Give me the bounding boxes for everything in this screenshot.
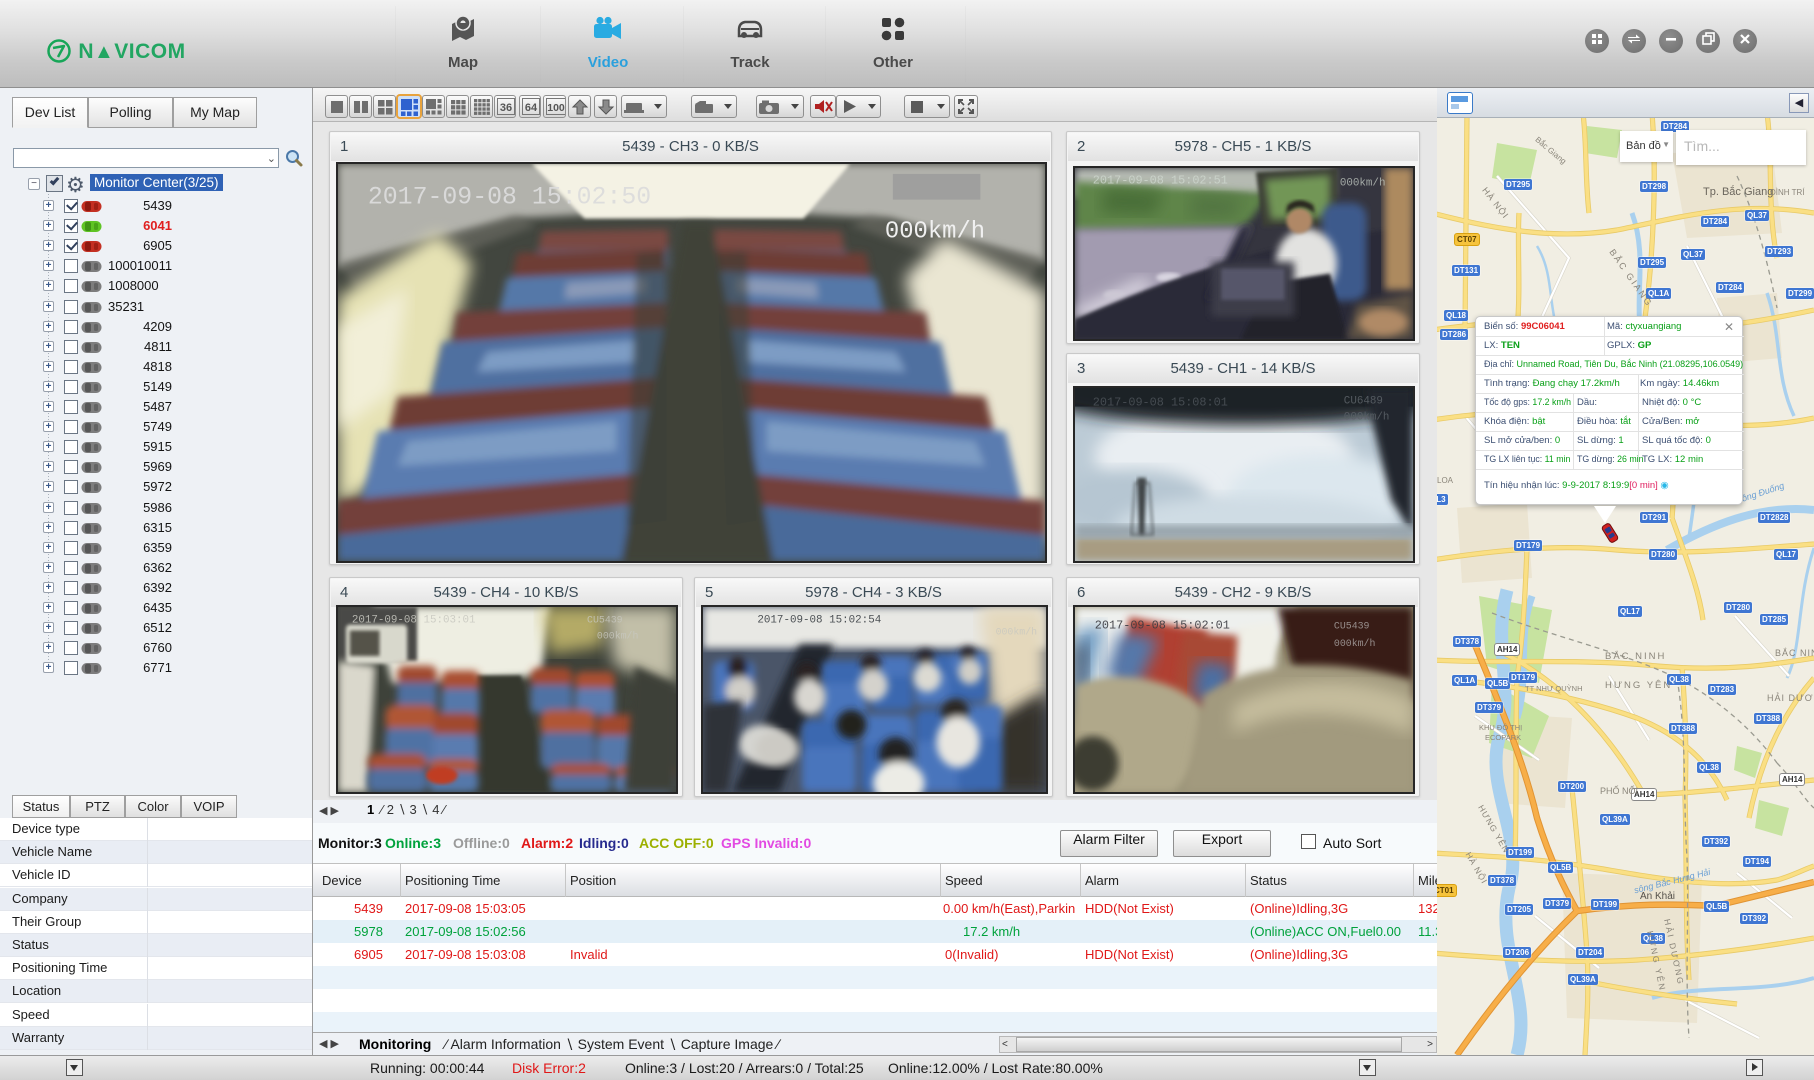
svg-text:36: 36 [500, 102, 512, 114]
svg-text:CU5439: CU5439 [1334, 621, 1370, 632]
svg-text:000km/h: 000km/h [885, 218, 985, 245]
svg-text:000km/h: 000km/h [1340, 178, 1386, 190]
svg-text:CU5439: CU5439 [587, 615, 623, 626]
svg-text:2017-09-08 15:02:54: 2017-09-08 15:02:54 [757, 615, 881, 627]
svg-text:000km/h: 000km/h [1344, 411, 1390, 423]
svg-text:CU6489: CU6489 [1344, 396, 1383, 408]
svg-text:2017-09-08 15:02:51: 2017-09-08 15:02:51 [1093, 174, 1228, 188]
svg-text:2017-09-08 15:02:50: 2017-09-08 15:02:50 [368, 184, 651, 212]
svg-text:000km/h: 000km/h [1334, 638, 1376, 649]
svg-text:64: 64 [525, 102, 538, 114]
svg-text:000km/h: 000km/h [996, 626, 1038, 637]
svg-text:2017-09-08 15:03:01: 2017-09-08 15:03:01 [352, 615, 476, 627]
svg-text:2017-09-08 15:08:01: 2017-09-08 15:08:01 [1093, 396, 1228, 410]
svg-text:2017-09-08 15:02:01: 2017-09-08 15:02:01 [1095, 619, 1230, 633]
svg-text:100: 100 [547, 102, 565, 114]
svg-text:000km/h: 000km/h [597, 630, 639, 641]
